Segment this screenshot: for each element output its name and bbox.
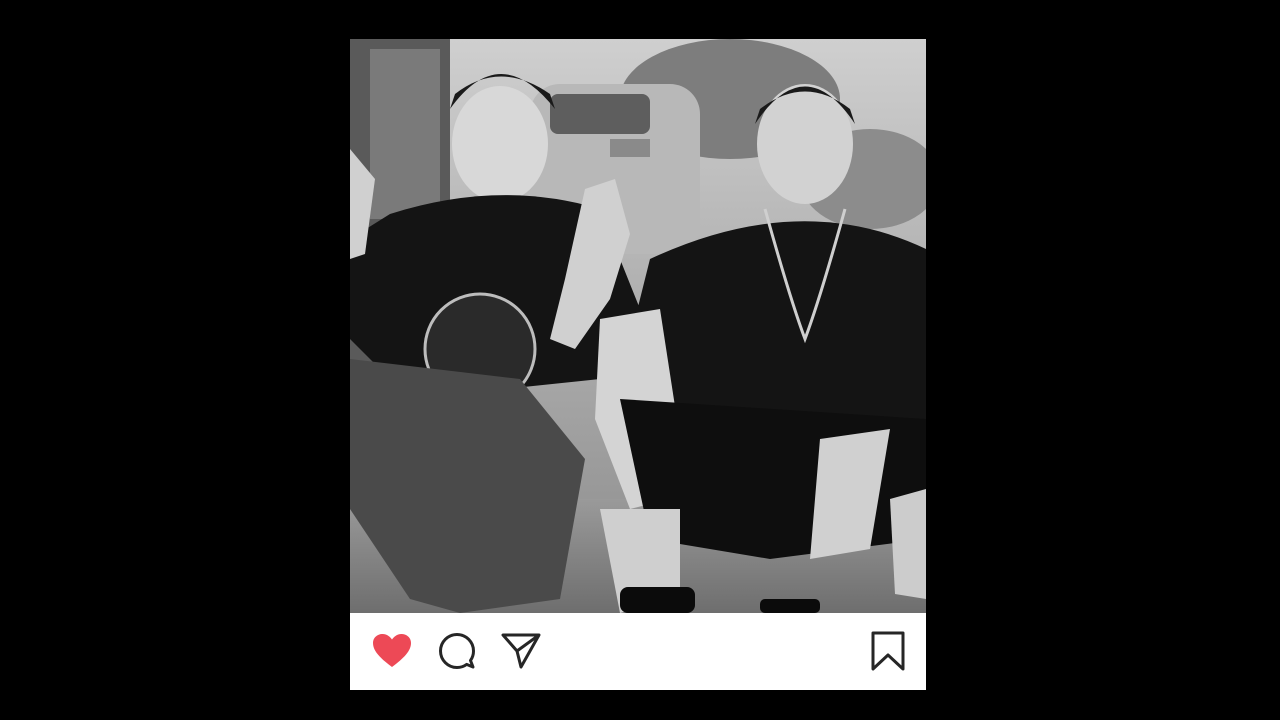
bookmark-icon bbox=[871, 631, 905, 671]
post-photo[interactable] bbox=[350, 39, 926, 613]
paper-plane-icon bbox=[501, 633, 541, 669]
post-card bbox=[350, 39, 926, 690]
share-button[interactable] bbox=[500, 630, 542, 672]
heart-filled-icon bbox=[373, 634, 411, 667]
save-button[interactable] bbox=[867, 630, 909, 672]
comment-bubble-icon bbox=[439, 633, 475, 669]
comment-button[interactable] bbox=[436, 630, 478, 672]
like-button[interactable] bbox=[371, 630, 413, 672]
photo-illustration bbox=[350, 39, 926, 613]
post-action-bar bbox=[350, 613, 926, 690]
